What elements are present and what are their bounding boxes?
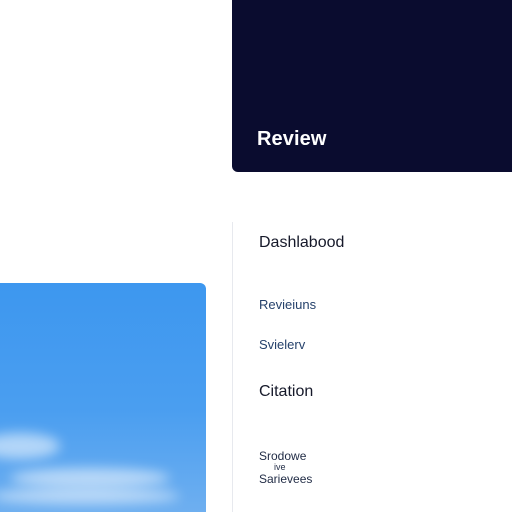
nav-item-dashboard[interactable]: Dashlabood: [259, 234, 344, 252]
cloud-shape: [0, 433, 60, 459]
cloud-shape: [10, 468, 170, 488]
side-nav-panel: Dashlabood Revieiuns Svielerv Citation S…: [232, 222, 512, 512]
blank-area: [0, 0, 228, 282]
nav-item-reviews[interactable]: Revieiuns: [259, 297, 316, 312]
review-hero-card[interactable]: Review: [232, 0, 512, 172]
nav-item-svielerv[interactable]: Svielerv: [259, 337, 305, 352]
nav-footer[interactable]: Srodowe ive Sarievees: [259, 449, 313, 487]
nav-footer-line3: Sarievees: [259, 472, 313, 487]
hero-title: Review: [257, 128, 327, 150]
nav-footer-line1: Srodowe: [259, 449, 307, 463]
cloud-shape: [0, 488, 180, 504]
sky-image-tile[interactable]: [0, 283, 206, 512]
nav-item-citation[interactable]: Citation: [259, 383, 313, 401]
